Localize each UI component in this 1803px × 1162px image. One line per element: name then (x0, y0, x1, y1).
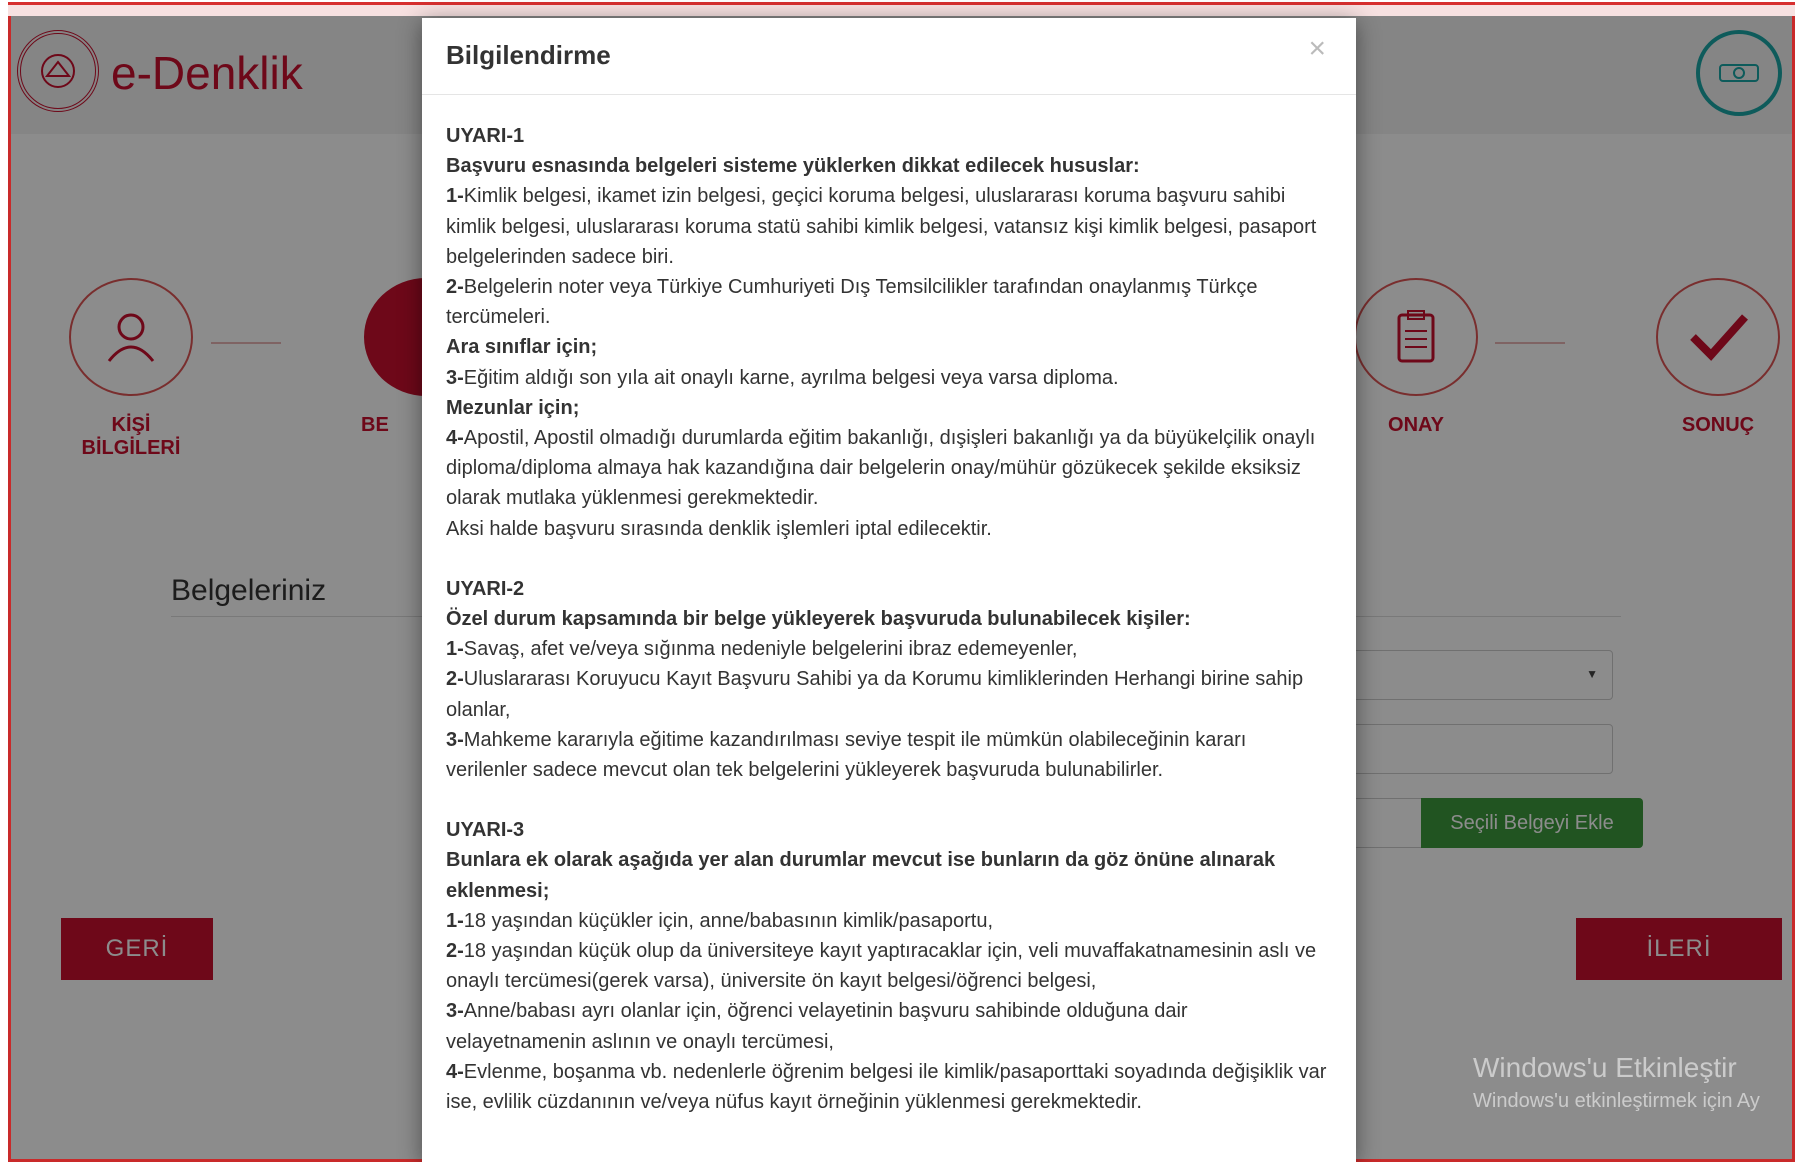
warning-3-item-4: 4-Evlenme, boşanma vb. nedenlerle öğreni… (446, 1060, 1327, 1114)
warning-1-item-4: 4-Apostil, Apostil olmadığı durumlarda e… (446, 427, 1316, 510)
warning-3-item-2: 2-18 yaşından küçük olup da üniversiteye… (446, 940, 1317, 993)
watermark-subtitle: Windows'u etkinleştirmek için Ay (1473, 1090, 1760, 1112)
warning-1-item-3: 3-Eğitim aldığı son yıla ait onaylı karn… (446, 366, 1119, 389)
warning-1-subheading-2: Ara sınıflar için; (446, 336, 598, 359)
warning-2-item-2: 2-Uluslararası Koruyucu Kayıt Başvuru Sa… (446, 668, 1304, 721)
warning-2-heading: UYARI-2 (446, 577, 525, 600)
watermark-title: Windows'u Etkinleştir (1473, 1052, 1737, 1083)
warning-1-heading: UYARI-1 (446, 125, 525, 147)
warning-1-item-2: 2-Belgelerin noter veya Türkiye Cumhuriy… (446, 276, 1258, 329)
close-icon[interactable]: × (1308, 32, 1326, 66)
warning-3-heading: UYARI-3 (446, 819, 525, 842)
warning-1-subtitle: Başvuru esnasında belgeleri sisteme yükl… (446, 155, 1140, 178)
screen: e-Denklik KİŞİ BİLGİLERİ BE ONAY SONUÇ B… (0, 0, 1803, 1162)
warning-1-item-1: 1-Kimlik belgesi, ikamet izin belgesi, g… (446, 185, 1317, 268)
warning-3-item-3: 3-Anne/babası ayrı olanlar için, öğrenci… (446, 1000, 1188, 1053)
warning-1-subheading-3: Mezunlar için; (446, 396, 580, 419)
modal-body: UYARI-1 Başvuru esnasında belgeleri sist… (422, 95, 1356, 1117)
warning-3-item-1: 1-18 yaşından küçükler için, anne/babası… (446, 909, 993, 932)
info-modal: Bilgilendirme × UYARI-1 Başvuru esnasınd… (422, 18, 1356, 1162)
modal-header: Bilgilendirme × (422, 18, 1356, 95)
warning-3-subtitle: Bunlara ek olarak aşağıda yer alan durum… (446, 849, 1276, 902)
modal-title: Bilgilendirme (446, 40, 611, 70)
windows-activation-watermark: Windows'u Etkinleştir Windows'u etkinleş… (1473, 1052, 1760, 1113)
warning-2-subtitle: Özel durum kapsamında bir belge yükleyer… (446, 608, 1191, 631)
warning-2-item-1: 1-Savaş, afet ve/veya sığınma nedeniyle … (446, 638, 1078, 661)
top-border (8, 2, 1795, 16)
warning-2-item-3: 3-Mahkeme kararıyla eğitime kazandırılma… (446, 728, 1247, 782)
warning-1-note: Aksi halde başvuru sırasında denklik işl… (446, 517, 992, 540)
